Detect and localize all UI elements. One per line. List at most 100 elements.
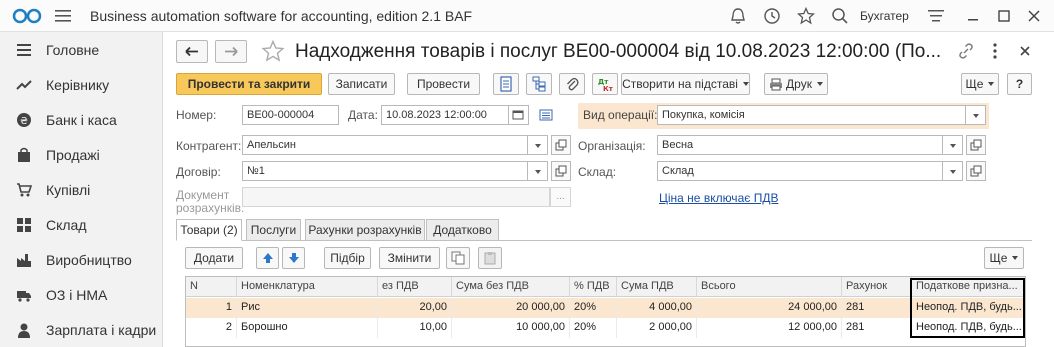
cell-sum[interactable]: 10 000,00 <box>452 318 570 338</box>
tab-goods[interactable]: Товари (2) <box>176 219 242 241</box>
journal-button[interactable] <box>493 73 519 95</box>
save-button[interactable]: Записати <box>328 73 395 95</box>
col-item[interactable]: Номенклатура <box>237 277 378 297</box>
close-window-icon[interactable] <box>1024 6 1044 26</box>
cell-vat-sum[interactable]: 4 000,00 <box>617 298 697 318</box>
logo-icon[interactable] <box>12 8 44 24</box>
print-button[interactable]: Друк <box>764 73 828 95</box>
printer-icon <box>770 78 783 90</box>
add-row-button[interactable]: Додати <box>185 247 243 269</box>
menu-icon[interactable] <box>55 9 71 23</box>
operation-field[interactable]: Покупка, комісія <box>657 105 966 125</box>
table-more-button[interactable]: Ще <box>984 247 1024 269</box>
back-button[interactable] <box>176 40 208 63</box>
cell-item[interactable]: Рис <box>237 298 378 318</box>
calendar-button[interactable] <box>509 105 529 125</box>
cell-tax-purpose[interactable]: Неопод. ПДВ, будь... <box>912 298 1025 318</box>
cell-item[interactable]: Борошно <box>237 318 378 338</box>
counterparty-open-button[interactable] <box>551 135 571 155</box>
date-field[interactable]: 10.08.2023 12:00:00 <box>381 105 509 125</box>
cell-total[interactable]: 12 000,00 <box>697 318 842 338</box>
organization-dropdown-button[interactable] <box>943 135 963 155</box>
document-list-icon[interactable] <box>538 107 554 123</box>
counterparty-dropdown-button[interactable] <box>528 135 548 155</box>
cell-vat-rate[interactable]: 20% <box>570 298 617 318</box>
col-vat-rate[interactable]: % ПДВ <box>570 277 617 297</box>
change-button[interactable]: Змінити <box>379 247 440 269</box>
col-n[interactable]: N <box>186 277 237 297</box>
counterparty-field[interactable]: Апельсин <box>242 135 528 155</box>
sidebar-item-assets[interactable]: ОЗ і НМА <box>0 277 163 312</box>
help-button[interactable]: ? <box>1007 73 1032 95</box>
warehouse-field[interactable]: Склад <box>657 161 943 181</box>
contract-field[interactable]: №1 <box>242 161 528 181</box>
attach-button[interactable] <box>559 73 585 95</box>
close-icon[interactable] <box>1017 42 1033 60</box>
sidebar-item-purchases[interactable]: Купівлі <box>0 172 163 207</box>
table-row[interactable]: 2 Борошно 10,00 10 000,00 20% 2 000,00 1… <box>186 318 1025 338</box>
col-vat-sum[interactable]: Сума ПДВ <box>617 277 697 297</box>
move-up-button[interactable] <box>256 247 279 269</box>
search-icon[interactable] <box>831 7 849 25</box>
star-icon[interactable] <box>797 7 815 25</box>
post-and-close-button[interactable]: Провести та закрити <box>176 73 322 95</box>
copy-row-button[interactable] <box>446 247 470 269</box>
vat-price-link[interactable]: Ціна не включає ПДВ <box>659 191 778 205</box>
settings-lines-icon[interactable] <box>927 7 945 25</box>
open-icon <box>555 165 567 177</box>
sidebar-item-production[interactable]: Виробництво <box>0 242 163 277</box>
menu-lines-icon <box>17 44 31 56</box>
sidebar-item-salary[interactable]: Зарплата і кадри <box>0 312 163 347</box>
sidebar-item-sales[interactable]: Продажі <box>0 137 163 172</box>
cell-vat-sum[interactable]: 2 000,00 <box>617 318 697 338</box>
number-field[interactable]: ВЕ00-000004 <box>242 105 339 125</box>
favorite-star-icon[interactable] <box>261 40 285 62</box>
cell-sum[interactable]: 20 000,00 <box>452 298 570 318</box>
move-down-button[interactable] <box>282 247 305 269</box>
cell-price[interactable]: 20,00 <box>378 298 452 318</box>
tab-additional[interactable]: Додатково <box>426 219 499 241</box>
col-tax-purpose[interactable]: Податкове призна... <box>912 277 1025 297</box>
cell-account[interactable]: 281 <box>842 298 912 318</box>
bell-icon[interactable] <box>729 7 747 25</box>
structure-button[interactable] <box>526 73 552 95</box>
maximize-icon[interactable] <box>994 6 1014 26</box>
select-items-button[interactable]: Підбір <box>324 247 371 269</box>
cell-vat-rate[interactable]: 20% <box>570 318 617 338</box>
tab-services[interactable]: Послуги <box>246 219 301 241</box>
user-name[interactable]: Бухгатер <box>860 9 909 23</box>
organization-open-button[interactable] <box>966 135 986 155</box>
organization-field[interactable]: Весна <box>657 135 943 155</box>
col-account[interactable]: Рахунок <box>842 277 912 297</box>
warehouse-open-button[interactable] <box>966 161 986 181</box>
history-icon[interactable] <box>763 7 781 25</box>
more-vertical-icon[interactable] <box>987 42 1003 60</box>
operation-dropdown-button[interactable] <box>966 105 986 125</box>
dt-kt-button[interactable]: Дт Кт <box>592 73 618 95</box>
minimize-icon[interactable] <box>963 6 983 26</box>
cell-n: 2 <box>186 318 237 338</box>
col-price[interactable]: ез ПДВ <box>378 277 452 297</box>
contract-open-button[interactable] <box>551 161 571 181</box>
tab-settlement-accounts[interactable]: Рахунки розрахунків <box>305 219 425 241</box>
warehouse-dropdown-button[interactable] <box>943 161 963 181</box>
col-total[interactable]: Всього <box>697 277 842 297</box>
create-based-on-button[interactable]: Створити на підставі <box>621 73 750 95</box>
cell-price[interactable]: 10,00 <box>378 318 452 338</box>
contract-dropdown-button[interactable] <box>528 161 548 181</box>
link-icon[interactable] <box>958 42 974 60</box>
cell-tax-purpose[interactable]: Неопод. ПДВ, будь... <box>912 318 1025 338</box>
col-sum-no-vat[interactable]: Сума без ПДВ <box>452 277 570 297</box>
sidebar-item-warehouse[interactable]: Склад <box>0 207 163 242</box>
sidebar-item-main[interactable]: Головне <box>0 32 163 67</box>
sidebar-item-label: Зарплата і кадри <box>46 322 157 338</box>
post-button[interactable]: Провести <box>407 73 480 95</box>
cell-total[interactable]: 24 000,00 <box>697 298 842 318</box>
sidebar-item-manager[interactable]: Керівнику <box>0 67 163 102</box>
sidebar-item-bank[interactable]: ₴ Банк і каса <box>0 102 163 137</box>
cell-account[interactable]: 281 <box>842 318 912 338</box>
paperclip-icon <box>567 77 579 91</box>
table-row[interactable]: 1 Рис 20,00 20 000,00 20% 4 000,00 24 00… <box>186 298 1025 318</box>
more-button[interactable]: Ще <box>961 73 999 95</box>
forward-button[interactable] <box>215 40 247 63</box>
